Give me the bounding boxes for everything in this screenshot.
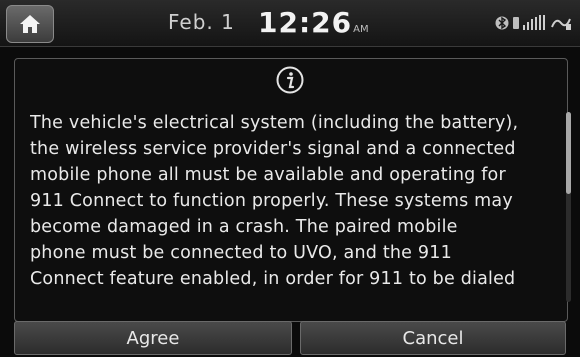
signal-strength-icon <box>523 15 545 30</box>
dialog-message: The vehicle's electrical system (includi… <box>30 113 519 289</box>
scrollbar-thumb[interactable] <box>566 112 571 194</box>
info-icon <box>276 66 304 94</box>
time-display: 12:26AM <box>258 6 369 39</box>
bluetooth-icon <box>495 16 509 30</box>
phone-icon <box>513 17 519 29</box>
scrollbar[interactable] <box>566 112 571 302</box>
home-icon <box>20 15 40 33</box>
agree-button[interactable]: Agree <box>14 321 292 355</box>
ampm-indicator: AM <box>353 24 369 35</box>
connectivity-icon <box>551 18 571 30</box>
home-button[interactable] <box>6 5 54 43</box>
status-icons <box>495 12 572 34</box>
status-bar: Feb. 1 12:26AM <box>0 0 580 47</box>
cancel-button[interactable]: Cancel <box>300 321 566 355</box>
time-value: 12:26 <box>258 6 353 39</box>
date-display: Feb. 1 <box>168 10 235 34</box>
